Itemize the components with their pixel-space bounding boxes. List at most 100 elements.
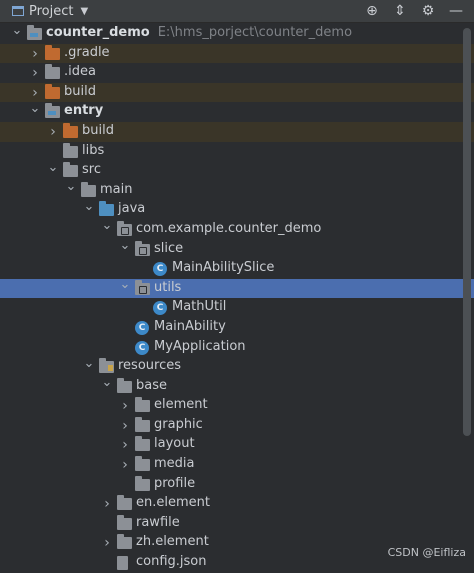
- tree-row[interactable]: ⌄ java: [0, 199, 474, 220]
- tree-item-label: counter_demo E:\hms_porject\counter_demo: [46, 25, 352, 40]
- tree-row[interactable]: C MyApplication: [0, 338, 474, 358]
- tree-row[interactable]: › element: [0, 396, 474, 416]
- tree-item-label: base: [136, 378, 167, 393]
- tree-row[interactable]: › media: [0, 455, 474, 475]
- tree-item-label: layout: [154, 436, 195, 451]
- chevron-right-icon[interactable]: ›: [102, 496, 112, 512]
- folder-icon: [135, 436, 151, 452]
- tree-row[interactable]: ⌄ main: [0, 179, 474, 201]
- collapse-icon[interactable]: ⇕: [392, 3, 408, 19]
- chevron-down-icon[interactable]: ⌄: [84, 199, 95, 214]
- tree-item-label: en.element: [136, 495, 210, 510]
- tree-item-label: com.example.counter_demo: [136, 221, 321, 236]
- tree-item-label: build: [82, 123, 114, 138]
- tree-item-label: resources: [118, 358, 181, 373]
- json-file-icon: [117, 556, 133, 571]
- class-icon: C: [153, 301, 169, 316]
- tree-row[interactable]: › layout: [0, 435, 474, 455]
- tree-item-text: main: [100, 181, 133, 197]
- tree-row[interactable]: › .idea: [0, 63, 474, 83]
- chevron-down-icon[interactable]: ⌄: [66, 179, 77, 194]
- chevron-right-icon[interactable]: ›: [30, 46, 40, 62]
- target-icon[interactable]: ⊕: [364, 3, 380, 19]
- tree-item-label: graphic: [154, 417, 203, 432]
- tree-row[interactable]: ⌄ entry: [0, 101, 474, 122]
- chevron-right-icon[interactable]: ›: [48, 124, 58, 140]
- tree-row[interactable]: C MainAbility: [0, 318, 474, 338]
- folder-icon: [117, 534, 133, 550]
- chevron-right-icon[interactable]: ›: [102, 535, 112, 551]
- minimize-icon[interactable]: —: [448, 3, 464, 19]
- tree-row[interactable]: rawfile: [0, 514, 474, 534]
- folder-icon: [117, 377, 133, 394]
- chevron-down-icon[interactable]: ⌄: [12, 23, 23, 38]
- tree-row[interactable]: ⌄ com.example.counter_demo: [0, 218, 474, 240]
- tree-item-text: profile: [154, 475, 196, 491]
- tree-item-text: counter_demo: [46, 25, 150, 40]
- tree-item-label: java: [118, 201, 145, 216]
- excluded-folder-icon: [45, 83, 61, 100]
- tree-row[interactable]: › build: [0, 121, 474, 142]
- chevron-right-icon[interactable]: ›: [120, 437, 130, 453]
- tree-row[interactable]: ⌄ utils: [0, 277, 474, 299]
- tree-row[interactable]: libs: [0, 142, 474, 162]
- tree-item-label: MainAbilitySlice: [172, 260, 274, 275]
- tree-row[interactable]: ⌄ slice: [0, 238, 474, 260]
- tree-row[interactable]: › graphic: [0, 416, 474, 436]
- tree-row[interactable]: › en.element: [0, 494, 474, 514]
- tree-row[interactable]: C MathUtil: [0, 298, 474, 318]
- tree-item-text: graphic: [154, 416, 203, 432]
- folder-icon: [63, 162, 79, 178]
- chevron-down-icon[interactable]: ⌄: [102, 218, 113, 233]
- gear-icon[interactable]: ⚙: [420, 3, 436, 19]
- chevron-right-icon[interactable]: ›: [120, 457, 130, 473]
- chevron-right-icon[interactable]: ›: [120, 398, 130, 414]
- vertical-scrollbar[interactable]: [463, 28, 471, 436]
- tree-item-text: slice: [154, 240, 184, 256]
- tree-item-text: zh.element: [136, 534, 209, 550]
- tree-item-label: libs: [82, 143, 104, 158]
- chevron-down-icon[interactable]: ⌄: [30, 101, 41, 116]
- tree-item-text: resources: [118, 358, 182, 374]
- project-tree: ⌄ counter_demo E:\hms_porject\counter_demo…: [0, 23, 474, 573]
- tree-item-label: media: [154, 456, 195, 471]
- tree-item-label: MathUtil: [172, 299, 226, 314]
- tree-row[interactable]: ⌄ base: [0, 375, 474, 397]
- excluded-folder-icon: [63, 122, 79, 139]
- chevron-down-icon[interactable]: ⌄: [120, 238, 131, 253]
- package-icon: [135, 240, 151, 257]
- folder-icon: [135, 456, 151, 472]
- resources-folder-icon: [99, 358, 115, 374]
- chevron-down-icon[interactable]: ⌄: [102, 375, 113, 390]
- tree-row[interactable]: › build: [0, 82, 474, 103]
- tree-row[interactable]: C MainAbilitySlice: [0, 259, 474, 279]
- folder-icon: [117, 495, 133, 511]
- tree-row[interactable]: ⌄ counter_demo E:\hms_porject\counter_demo: [0, 23, 474, 44]
- tree-row[interactable]: ⌄ resources: [0, 356, 474, 377]
- tree-row[interactable]: ⌄ src: [0, 160, 474, 181]
- folder-icon: [63, 142, 79, 159]
- folder-icon: [81, 181, 97, 198]
- chevron-right-icon[interactable]: ›: [120, 418, 130, 434]
- tree-item-text: MainAbility: [154, 318, 226, 334]
- tree-item-text: media: [154, 456, 195, 472]
- chevron-right-icon[interactable]: ›: [30, 65, 40, 81]
- tree-row[interactable]: › .gradle: [0, 43, 474, 64]
- chevron-down-icon[interactable]: ⌄: [120, 277, 131, 292]
- project-view-selector[interactable]: Project ▼: [0, 0, 88, 22]
- package-icon: [135, 279, 151, 296]
- tree-item-label: utils: [154, 280, 181, 295]
- folder-icon: [135, 416, 151, 433]
- tree-item-label: .gradle: [64, 45, 110, 60]
- tree-item-text: en.element: [136, 495, 210, 511]
- chevron-down-icon[interactable]: ⌄: [48, 160, 59, 175]
- chevron-right-icon[interactable]: ›: [30, 85, 40, 101]
- tree-item-label: main: [100, 182, 132, 197]
- tree-item-text: build: [82, 122, 114, 138]
- source-folder-icon: [99, 201, 115, 217]
- chevron-down-icon[interactable]: ⌄: [84, 356, 95, 371]
- tree-row[interactable]: profile: [0, 475, 474, 495]
- tree-item-text: layout: [154, 436, 195, 452]
- tree-item-label: entry: [64, 103, 103, 118]
- package-icon: [117, 220, 133, 237]
